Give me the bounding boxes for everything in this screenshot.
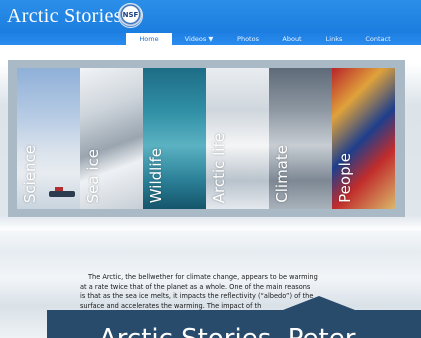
panel-label-climate: Climate (273, 145, 291, 203)
site-title[interactable]: Arctic Stories (7, 5, 122, 28)
banner-text: Arctic Stories, Peter (99, 324, 355, 338)
panel-arctic-life[interactable]: Arctic life (206, 68, 269, 209)
panel-science[interactable]: Science (17, 68, 80, 209)
banner-notch (283, 296, 355, 310)
panel-label-sea-ice: Sea ice (84, 148, 102, 203)
video-caption-banner: Arctic Stories, Peter (47, 310, 421, 338)
nav-links[interactable]: Links (316, 33, 352, 45)
panel-people[interactable]: People (332, 68, 395, 209)
panel-label-people: People (336, 153, 354, 203)
panel-sea-ice[interactable]: Sea ice (80, 68, 143, 209)
nav-home[interactable]: Home (126, 33, 172, 45)
panel-wildlife[interactable]: Wildlife (143, 68, 206, 209)
nsf-logo-icon[interactable]: NSF (118, 3, 143, 28)
nav-about[interactable]: About (272, 33, 312, 45)
panel-label-arctic-life: Arctic life (210, 132, 228, 203)
panel-label-science: Science (21, 144, 39, 203)
snowmobile-image (49, 187, 75, 197)
nav-videos[interactable]: Videos ▼ (176, 33, 222, 45)
nav-photos[interactable]: Photos (226, 33, 270, 45)
intro-line: at a rate twice that of the planet as a … (80, 282, 311, 291)
nav-contact[interactable]: Contact (356, 33, 400, 45)
intro-line: The Arctic, the bellwether for climate c… (88, 273, 318, 281)
logo-text: NSF (122, 11, 139, 19)
panel-climate[interactable]: Climate (269, 68, 332, 209)
panel-label-wildlife: Wildlife (147, 147, 165, 203)
